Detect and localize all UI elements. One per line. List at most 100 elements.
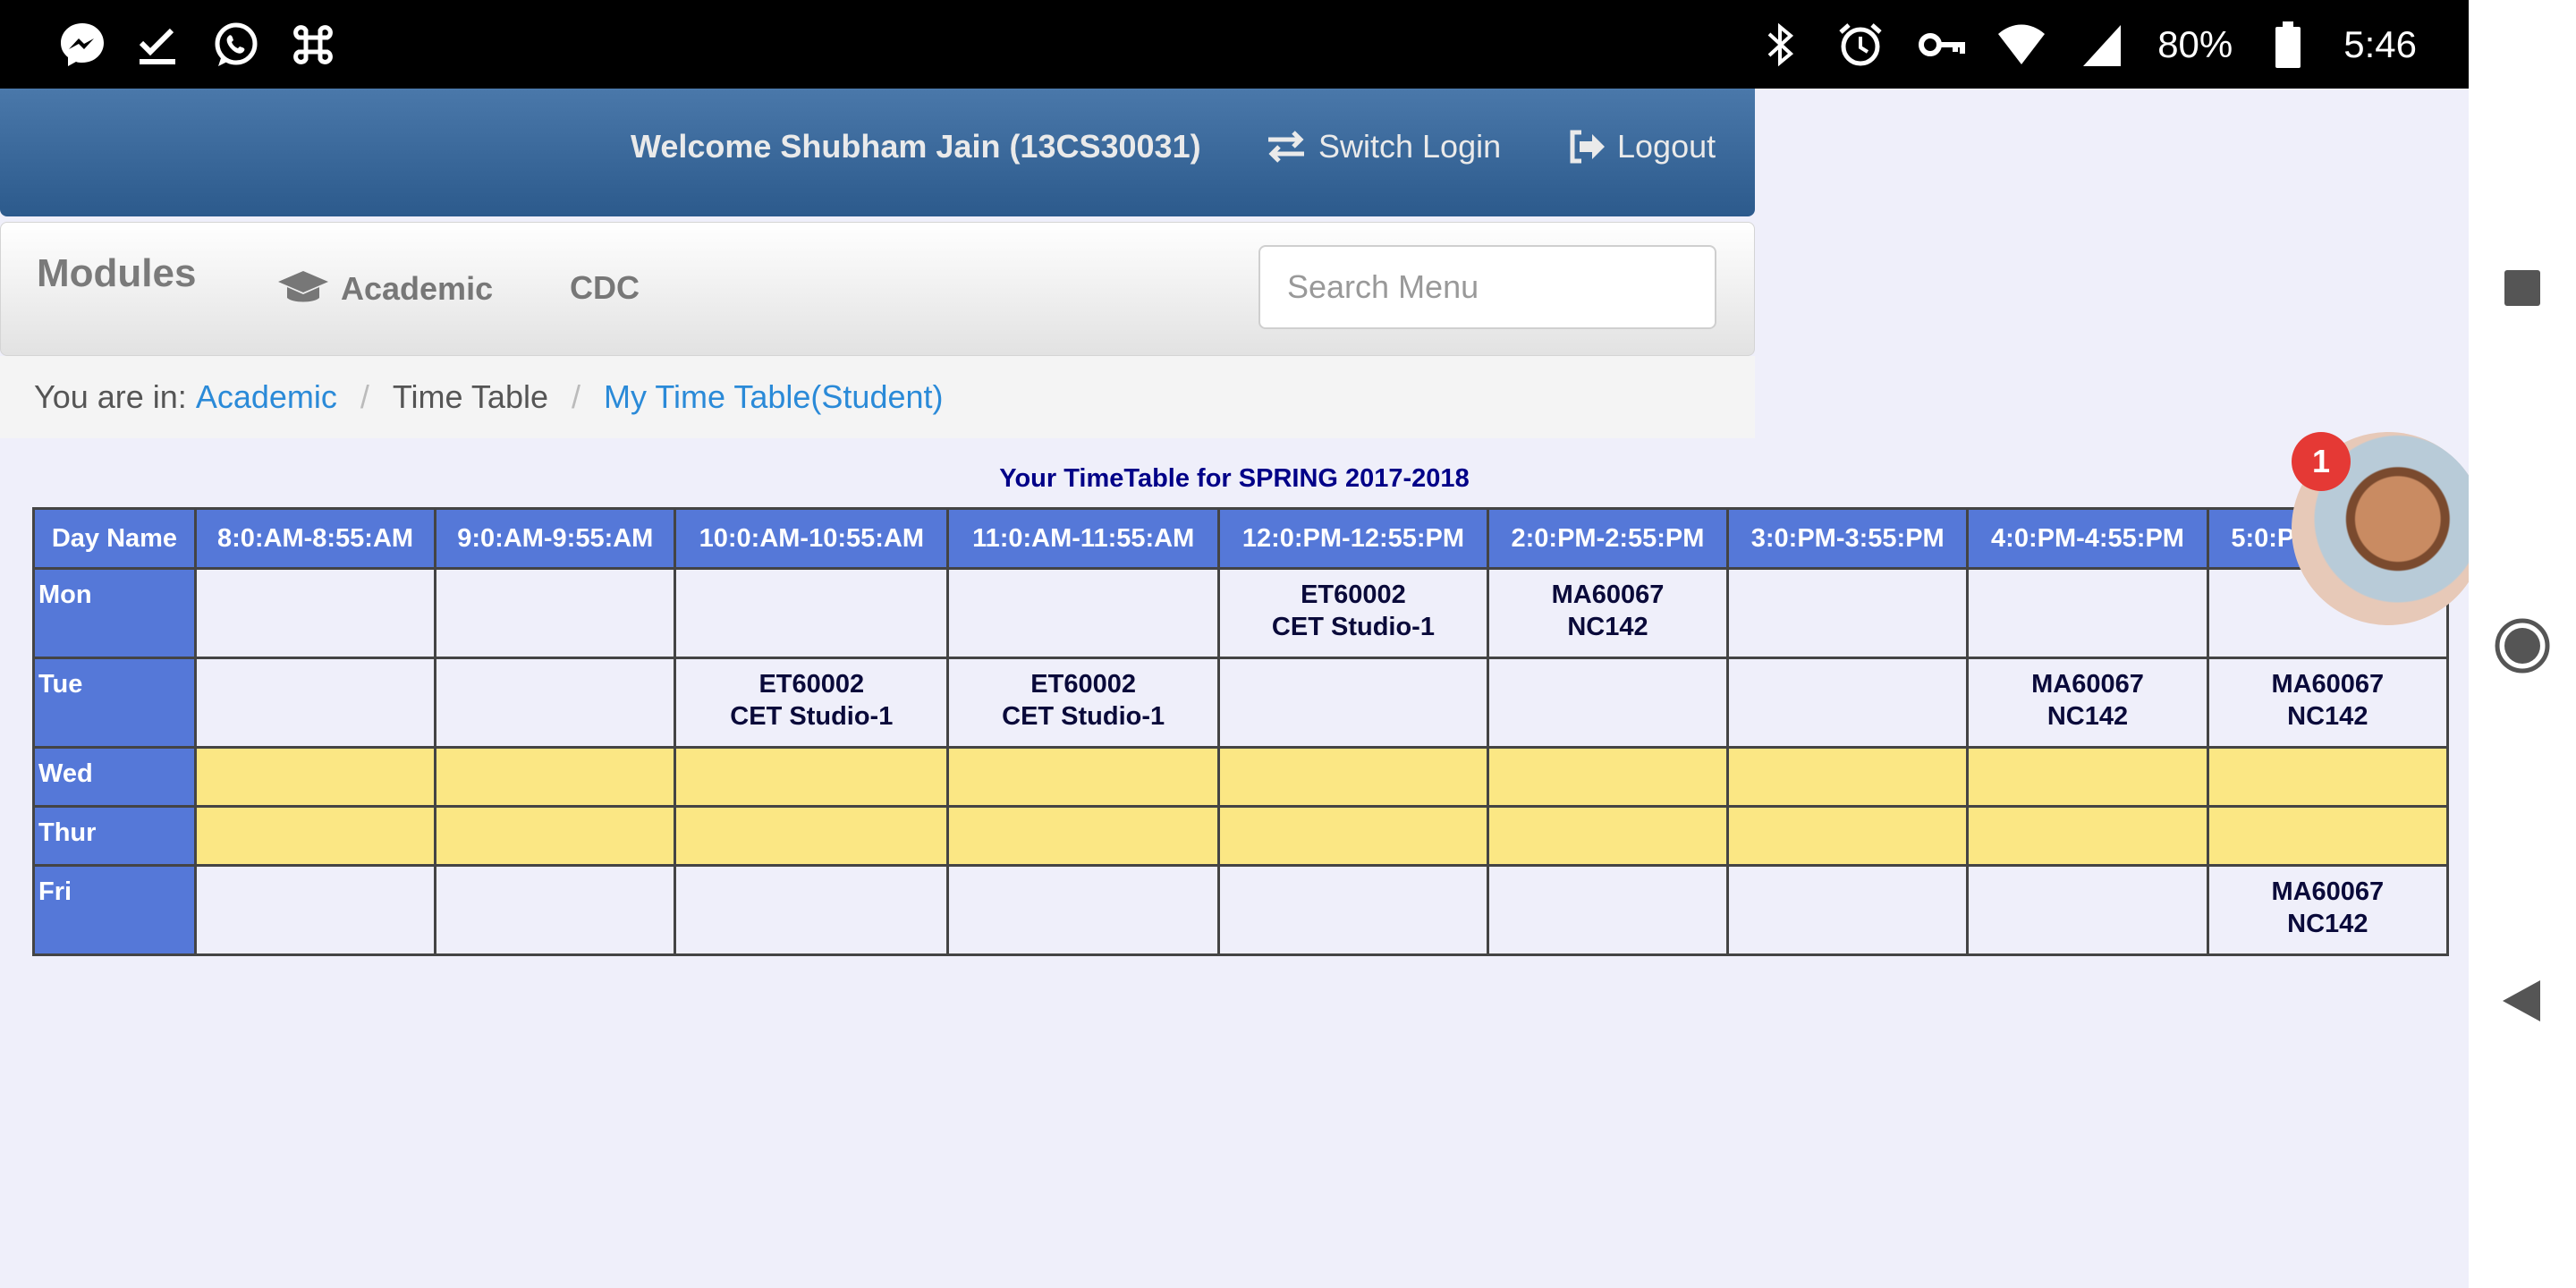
- day-name-cell: Thur: [32, 805, 197, 867]
- course-code: MA60067: [1551, 580, 1665, 609]
- breadcrumb-separator: /: [571, 378, 580, 415]
- switch-login-label: Switch Login: [1318, 128, 1502, 165]
- timetable-slot-cell: [674, 567, 950, 659]
- modules-bar: Modules Academic CDC: [0, 222, 1755, 356]
- timetable-slot-cell: [946, 864, 1221, 956]
- timetable-slot-cell: [1966, 864, 2209, 956]
- timetable-slot-cell: [193, 805, 437, 867]
- day-name-cell: Wed: [32, 746, 197, 808]
- course-code: MA60067: [2271, 877, 2385, 906]
- timetable-slot-cell: [674, 746, 950, 808]
- graduation-cap-icon: [278, 271, 328, 302]
- header-time-slot: 4:0:PM-4:55:PM: [1966, 507, 2209, 570]
- timetable-slot-cell: [1726, 567, 1970, 659]
- room-name: CET Studio-1: [1271, 613, 1435, 641]
- timetable-slot-cell: MA60067 NC142: [2206, 657, 2450, 749]
- timetable-slot-cell: [434, 567, 677, 659]
- menu-cdc[interactable]: CDC: [570, 269, 640, 307]
- header-time-slot: 8:0:AM-8:55:AM: [193, 507, 437, 570]
- logout-label: Logout: [1617, 128, 1716, 165]
- header-time-slot: 12:0:PM-12:55:PM: [1217, 507, 1489, 570]
- navigation-bar: [2469, 0, 2576, 1288]
- timetable-slot-cell: [1217, 746, 1489, 808]
- timetable-slot-cell: [1486, 805, 1730, 867]
- course-code: ET60002: [1030, 670, 1136, 699]
- timetable-slot-cell: [1966, 567, 2209, 659]
- timetable-slot-cell: [434, 805, 677, 867]
- timetable-slot-cell: [193, 657, 437, 749]
- timetable-slot-cell: [1726, 805, 1970, 867]
- timetable-slot-cell: [193, 567, 437, 659]
- table-row: Thur: [32, 805, 2450, 867]
- room-name: NC142: [2046, 702, 2129, 731]
- timetable-slot-cell: [1726, 864, 1970, 956]
- header-day-name: Day Name: [32, 507, 197, 570]
- timetable-slot-cell: [1486, 864, 1730, 956]
- timetable-slot-cell: [2206, 805, 2450, 867]
- timetable-slot-cell: MA60067 NC142: [1966, 657, 2209, 749]
- timetable-slot-cell: [193, 746, 437, 808]
- breadcrumb-academic[interactable]: Academic: [196, 378, 337, 416]
- timetable-slot-cell: [946, 805, 1221, 867]
- wifi-icon: [1996, 20, 2046, 70]
- course-code: MA60067: [2271, 670, 2385, 699]
- menu-academic[interactable]: Academic: [276, 269, 493, 309]
- home-icon[interactable]: [2494, 617, 2551, 679]
- checkmark-icon: [134, 20, 184, 70]
- timetable-slot-cell: [1217, 657, 1489, 749]
- course-code: ET60002: [758, 670, 865, 699]
- timetable-slot-cell: [193, 864, 437, 956]
- timetable-slot-cell: [1966, 746, 2209, 808]
- timetable-slot-cell: [434, 746, 677, 808]
- swap-arrows-icon: [1268, 131, 1304, 163]
- switch-login-link[interactable]: Switch Login: [1265, 128, 1501, 165]
- timetable-slot-cell: [946, 746, 1221, 808]
- chat-head-bubble[interactable]: 1: [2292, 432, 2469, 629]
- breadcrumb-my-time-table[interactable]: My Time Table(Student): [604, 378, 944, 416]
- back-icon[interactable]: [2501, 979, 2542, 1028]
- battery-icon: [2263, 20, 2313, 70]
- course-code: ET60002: [1301, 580, 1406, 609]
- timetable-slot-cell: [1726, 746, 1970, 808]
- breadcrumb-time-table: Time Table: [392, 378, 548, 415]
- course-code: MA60067: [2031, 670, 2144, 699]
- timetable-slot-cell: [1486, 746, 1730, 808]
- timetable-slot-cell: MA60067 NC142: [1486, 567, 1730, 659]
- header-time-slot: 2:0:PM-2:55:PM: [1486, 507, 1730, 570]
- table-row: Mon ET60002 CET Studio-1 MA60067 NC142: [32, 567, 2450, 659]
- search-menu-input[interactable]: [1258, 245, 1716, 329]
- timetable-slot-cell: [2206, 746, 2450, 808]
- signal-icon: [2077, 20, 2127, 70]
- logout-link[interactable]: Logout: [1567, 128, 1716, 165]
- room-name: CET Studio-1: [730, 702, 894, 731]
- top-header: Welcome Shubham Jain (13CS30031) Switch …: [0, 89, 1755, 216]
- header-time-slot: 10:0:AM-10:55:AM: [674, 507, 950, 570]
- battery-percent: 80%: [2157, 23, 2233, 65]
- table-row: Tue ET60002 CET Studio-1 ET60002 CET Studio-…: [32, 657, 2450, 749]
- timetable-slot-cell: ET60002 CET Studio-1: [674, 657, 950, 749]
- room-name: NC142: [2287, 910, 2368, 938]
- timetable-slot-cell: ET60002 CET Studio-1: [946, 657, 1221, 749]
- table-row: Wed: [32, 746, 2450, 808]
- day-name-cell: Tue: [32, 657, 197, 749]
- timetable-slot-cell: [1966, 805, 2209, 867]
- logout-icon: [1570, 130, 1605, 164]
- day-name-cell: Fri: [32, 864, 197, 956]
- whatsapp-icon: [211, 20, 261, 70]
- recents-icon[interactable]: [2503, 268, 2542, 312]
- table-row: Fri MA60067 NC142: [32, 864, 2450, 956]
- alarm-icon: [1835, 20, 1885, 70]
- header-time-slot: 11:0:AM-11:55:AM: [946, 507, 1221, 570]
- timetable-slot-cell: [434, 864, 677, 956]
- status-bar: 80% 5:46: [0, 0, 2469, 89]
- timetable-slot-cell: [1217, 805, 1489, 867]
- timetable-slot-cell: [1486, 657, 1730, 749]
- notification-badge: 1: [2292, 432, 2351, 491]
- room-name: NC142: [1567, 613, 1648, 641]
- app-content: Welcome Shubham Jain (13CS30031) Switch …: [0, 89, 2469, 1288]
- breadcrumb: You are in: Academic / Time Table / My T…: [0, 356, 1755, 438]
- timetable-header-row: Day Name 8:0:AM-8:55:AM 9:0:AM-9:55:AM 10:0…: [32, 507, 2450, 570]
- timetable-slot-cell: [946, 567, 1221, 659]
- menu-academic-label: Academic: [341, 270, 494, 307]
- day-name-cell: Mon: [32, 567, 197, 659]
